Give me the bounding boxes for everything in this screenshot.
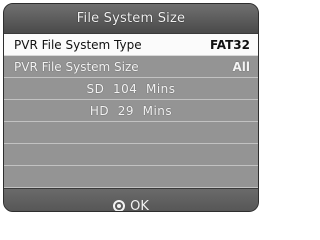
pvr-file-system-type-label: PVR File System Type	[14, 37, 142, 52]
empty-row-3	[4, 166, 258, 188]
pvr-file-system-type-value[interactable]: FAT32	[210, 38, 250, 52]
settings-list: PVR File System Type FAT32 PVR File Syst…	[4, 34, 258, 188]
pvr-file-system-size-value[interactable]: All	[232, 60, 250, 74]
hd-capacity-row: HD 29 Mins	[4, 100, 258, 122]
sd-capacity-row: SD 104 Mins	[4, 78, 258, 100]
empty-row-2	[4, 144, 258, 166]
pvr-file-system-size-label: PVR File System Size	[14, 59, 139, 74]
file-system-size-dialog: File System Size PVR File System Type FA…	[3, 3, 259, 212]
pvr-file-system-type-row[interactable]: PVR File System Type FAT32	[4, 34, 258, 56]
empty-row-1	[4, 122, 258, 144]
ok-hint[interactable]: OK	[4, 188, 258, 212]
hd-capacity-text: HD 29 Mins	[89, 103, 173, 118]
ok-circle-icon	[113, 200, 126, 211]
dialog-title: File System Size	[4, 4, 258, 34]
sd-capacity-text: SD 104 Mins	[86, 81, 176, 96]
pvr-file-system-size-row[interactable]: PVR File System Size All	[4, 56, 258, 78]
ok-label: OK	[130, 198, 149, 212]
